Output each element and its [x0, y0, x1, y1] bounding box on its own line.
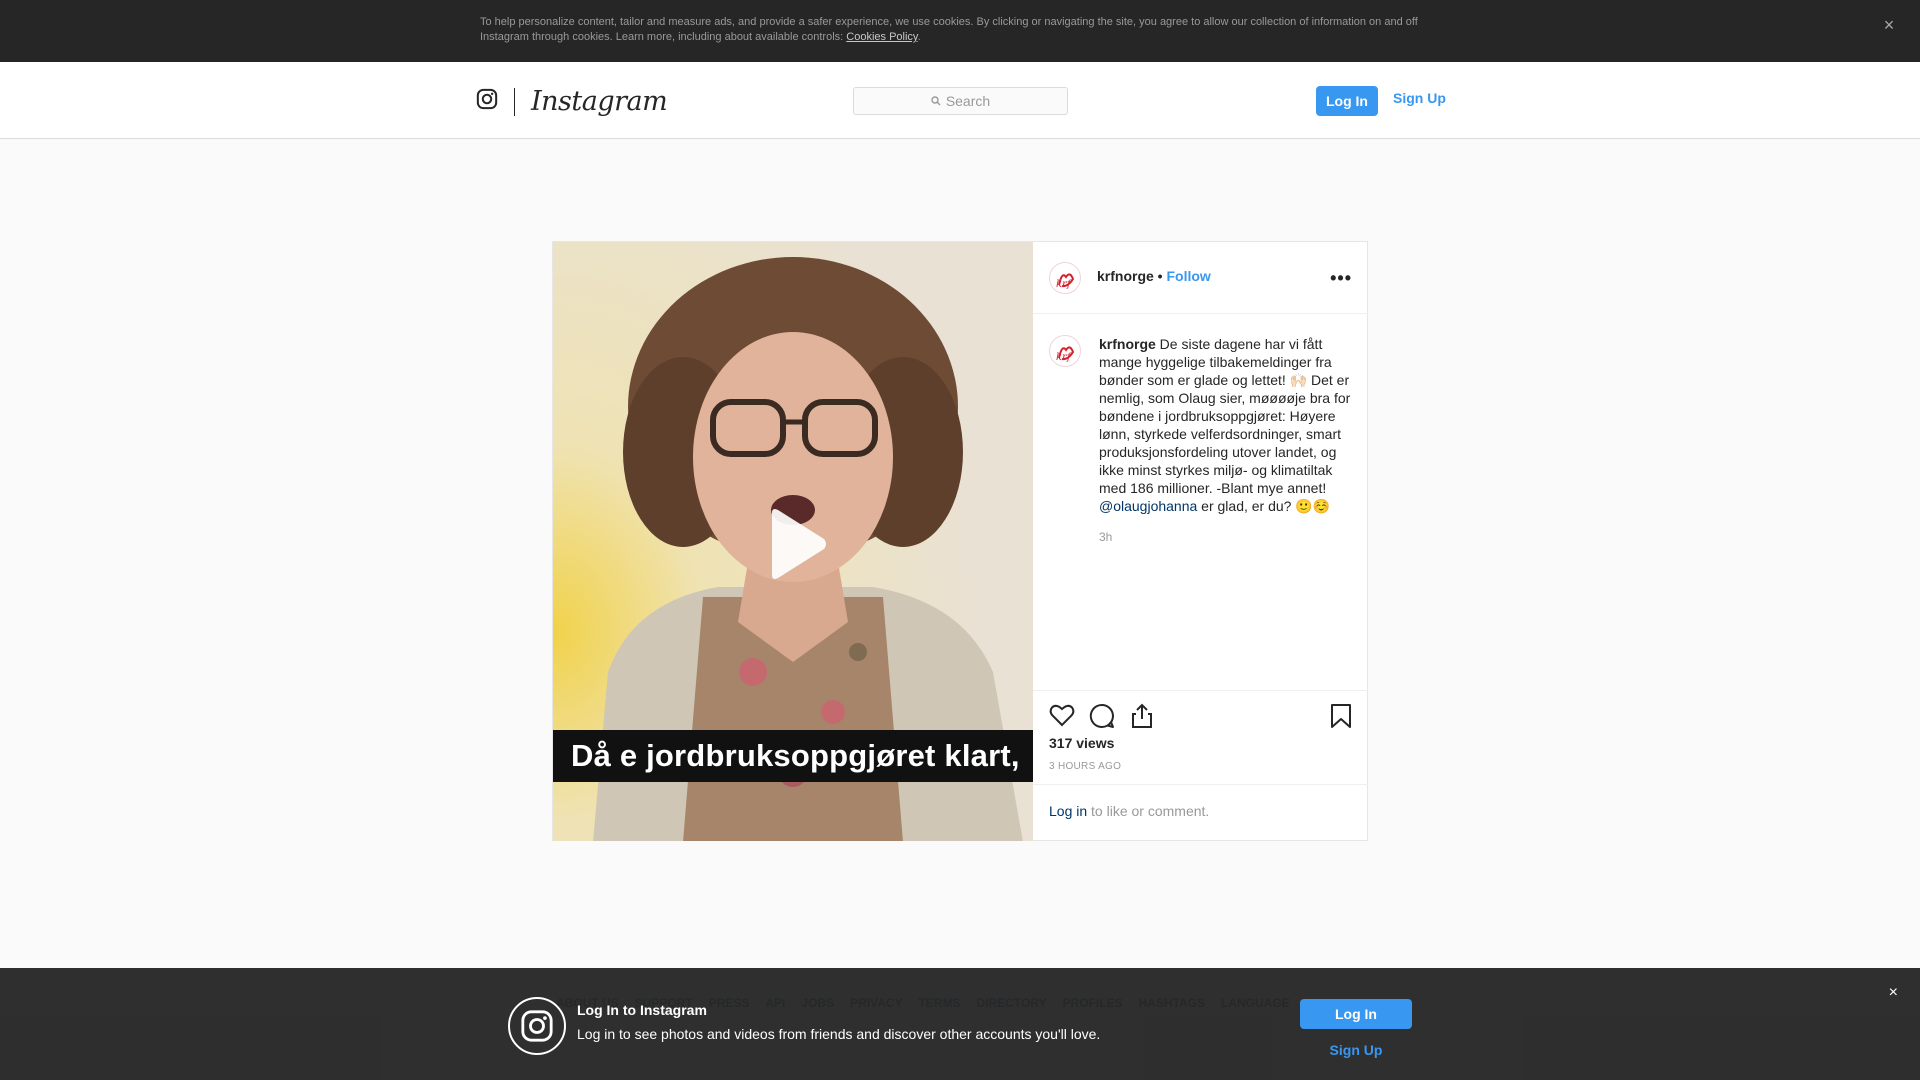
- instagram-logo-icon: [508, 997, 566, 1055]
- bookmark-icon[interactable]: [1330, 703, 1352, 734]
- avatar-monogram: krf: [1056, 279, 1073, 290]
- post-caption: krfnorge De siste dagene har vi fått man…: [1099, 335, 1355, 515]
- post-age: 3 HOURS AGO: [1049, 761, 1122, 772]
- follow-button[interactable]: Follow: [1166, 268, 1210, 284]
- banner-login-button[interactable]: Log In: [1300, 999, 1412, 1029]
- post-sidebar: krf krfnorge • Follow ••• krf krfnorge D…: [1033, 242, 1368, 841]
- share-icon[interactable]: [1129, 703, 1155, 734]
- cookie-close-icon[interactable]: ×: [1880, 16, 1898, 34]
- like-heart-icon[interactable]: [1049, 703, 1075, 732]
- login-link[interactable]: Log in: [1049, 803, 1087, 819]
- search-input[interactable]: Search: [853, 87, 1068, 115]
- cookie-text: To help personalize content, tailor and …: [480, 15, 1440, 45]
- login-banner: Log In to Instagram Log in to see photos…: [0, 968, 1920, 1080]
- more-options-icon[interactable]: •••: [1330, 268, 1352, 289]
- search-icon: [931, 93, 946, 109]
- post-header-text: krfnorge • Follow: [1097, 268, 1211, 284]
- video-player[interactable]: Då e jordbruksoppgjøret klart,: [553, 242, 1033, 841]
- view-count[interactable]: 317 views: [1049, 735, 1114, 751]
- video-caption-text: Då e jordbruksoppgjøret klart,: [571, 738, 1020, 773]
- search-placeholder: Search: [945, 93, 991, 109]
- caption-timestamp[interactable]: 3h: [1099, 530, 1112, 544]
- instagram-wordmark[interactable]: Instagram: [531, 86, 668, 117]
- top-nav: Instagram Search Log In Sign Up: [0, 62, 1920, 139]
- video-caption-bar: Då e jordbruksoppgjøret klart,: [553, 730, 1033, 782]
- nav-logo-divider: [514, 87, 515, 116]
- post-header-separator: •: [1153, 268, 1167, 284]
- comment-avatar-monogram: krf: [1056, 352, 1073, 363]
- login-to-comment: Log in to like or comment.: [1033, 784, 1368, 841]
- signup-link[interactable]: Sign Up: [1393, 90, 1446, 106]
- instagram-glyph-icon[interactable]: [476, 88, 498, 115]
- banner-signup-link[interactable]: Sign Up: [1300, 1042, 1412, 1058]
- cookie-period: .: [917, 31, 921, 43]
- post-actions: 317 views 3 HOURS AGO: [1033, 690, 1368, 784]
- login-button[interactable]: Log In: [1316, 86, 1378, 116]
- login-banner-subtitle: Log in to see photos and videos from fri…: [577, 1026, 1101, 1042]
- cookie-banner: To help personalize content, tailor and …: [0, 0, 1920, 62]
- post-header: krf krfnorge • Follow •••: [1033, 242, 1368, 314]
- caption-mention-link[interactable]: @olaugjohanna: [1099, 498, 1197, 514]
- avatar[interactable]: krf: [1049, 262, 1081, 294]
- comment-bubble-icon[interactable]: [1089, 703, 1115, 734]
- login-rest-text: to like or comment.: [1087, 803, 1210, 819]
- caption-text: De siste dagene har vi fått mange hyggel…: [1099, 336, 1351, 496]
- post-card: Då e jordbruksoppgjøret klart, krf krfno…: [552, 241, 1368, 841]
- caption-username[interactable]: krfnorge: [1099, 336, 1156, 352]
- banner-close-icon[interactable]: ×: [1889, 984, 1898, 1002]
- nav-logo[interactable]: Instagram: [476, 86, 668, 117]
- caption-tail: er glad, er du? 🙂☺️: [1197, 498, 1331, 514]
- comment-avatar[interactable]: krf: [1049, 335, 1081, 367]
- cookie-message: To help personalize content, tailor and …: [480, 16, 1418, 43]
- post-username[interactable]: krfnorge: [1097, 268, 1154, 284]
- cookies-policy-link[interactable]: Cookies Policy: [846, 31, 917, 43]
- login-banner-title: Log In to Instagram: [577, 1002, 707, 1018]
- play-icon[interactable]: [764, 507, 828, 586]
